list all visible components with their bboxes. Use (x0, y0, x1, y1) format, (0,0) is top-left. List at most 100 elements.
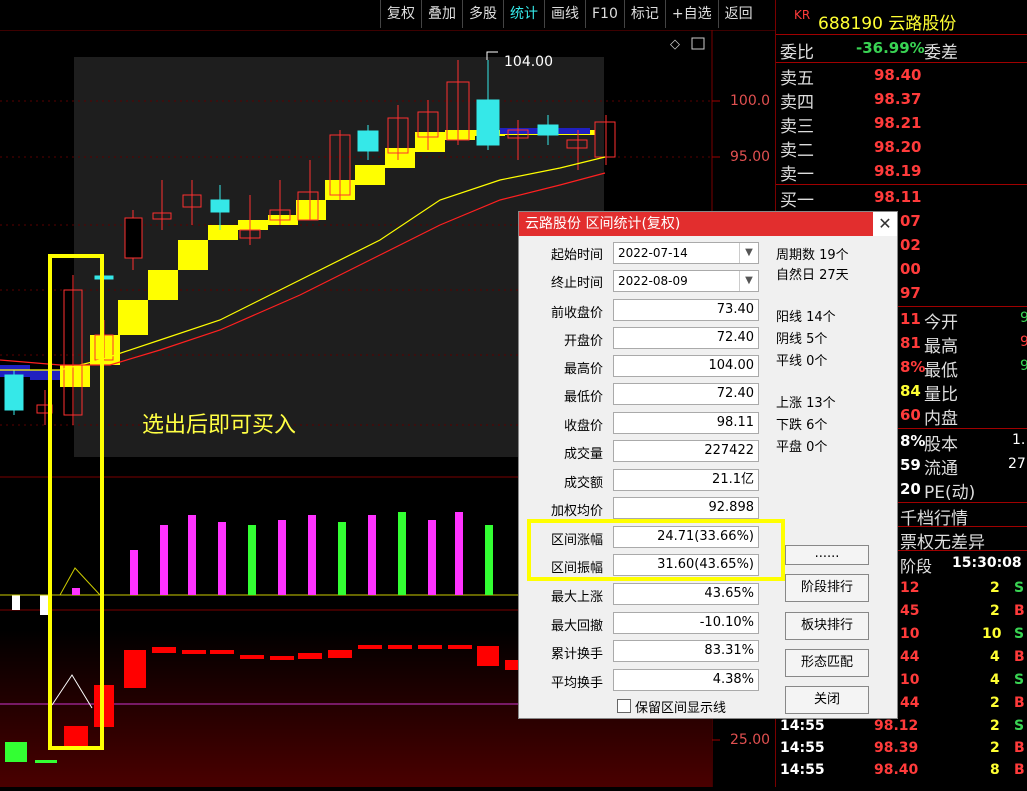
dialog-title: 云路股份 区间统计(复权) (525, 216, 681, 232)
period-label[interactable]: 阶段 (900, 557, 932, 576)
stat-value: 1. (1012, 432, 1026, 448)
bid-price-partial: 00 (900, 260, 921, 278)
stat-label: 最低 (924, 361, 958, 381)
ask-level-label: 卖五 (780, 69, 814, 89)
start-time-label: 起始时间 (550, 248, 603, 263)
price-axis-label: 100.0 (730, 93, 771, 109)
tick-price: 10 (900, 672, 920, 688)
ask-level-label: 卖二 (780, 141, 814, 161)
stat-value: 72.40 (613, 383, 759, 405)
wei-bi-label: 委比 (780, 43, 814, 63)
tick-price: 98.40 (874, 762, 919, 778)
tick-side: S (1014, 580, 1025, 596)
stat-label: 收盘价 (563, 419, 603, 434)
stat-value: 9 (1020, 310, 1027, 326)
natural-days: 自然日 27天 (776, 268, 849, 283)
tick-price: 98.39 (874, 740, 919, 756)
toolbar-f10-button[interactable]: F10 (585, 0, 624, 28)
stock-code-prefix: KR (794, 8, 811, 22)
ask-price: 98.20 (874, 138, 922, 156)
high-price-marker: 104.00 (504, 54, 553, 70)
toolbar-multi-stock-button[interactable]: 多股 (462, 0, 503, 28)
stat-label: 今开 (924, 313, 958, 333)
stage-rank-button[interactable]: 阶段排行 (785, 574, 869, 602)
tick-side: B (1014, 740, 1025, 756)
interval-stats-dialog: 云路股份 区间统计(复权) ✕ 起始时间 2022-07-14 ▼ 终止时间 2… (518, 211, 898, 719)
start-date-select[interactable]: 2022-07-14 ▼ (613, 242, 759, 264)
stock-name: 云路股份 (888, 14, 957, 34)
chevron-down-icon[interactable]: ▼ (739, 271, 758, 291)
tick-volume: 8 (990, 762, 1000, 778)
chevron-down-icon[interactable]: ▼ (739, 243, 758, 263)
stat-partial-value: 20 (900, 480, 921, 498)
toolbar-mark-button[interactable]: 标记 (623, 0, 665, 28)
window-toggle-icon[interactable] (690, 36, 706, 50)
stat-label: 流通 (924, 459, 958, 479)
stat-partial-value: 81 (900, 334, 921, 352)
chart-toolbar: 复权 叠加 多股 统计 画线 F10 标记 +自选 返回 (380, 0, 759, 30)
toolbar-draw-line-button[interactable]: 画线 (544, 0, 585, 28)
stat-label: 开盘价 (563, 334, 603, 349)
toolbar-fuquan-button[interactable]: 复权 (380, 0, 421, 28)
diamond-icon[interactable] (668, 34, 682, 48)
stat-value: 98.11 (613, 412, 759, 434)
period-count: 周期数 19个 (776, 248, 849, 263)
toolbar-add-favorite-button[interactable]: +自选 (664, 0, 718, 28)
stat-value: 9 (1020, 334, 1027, 350)
ask-price: 98.21 (874, 114, 922, 132)
tick-side: B (1014, 603, 1025, 619)
stat-label: PE(动) (924, 483, 976, 503)
stat-label: 最高价 (563, 362, 603, 377)
flat-count: 平盘 0个 (776, 440, 828, 455)
ask-level-label: 卖四 (780, 93, 814, 113)
stat-partial-value: 59 (900, 456, 921, 474)
dialog-titlebar[interactable]: 云路股份 区间统计(复权) ✕ (519, 212, 897, 236)
stat-label: 累计换手 (550, 647, 603, 662)
stat-value: 27 (1008, 456, 1026, 472)
stat-value: -10.10% (613, 612, 759, 634)
tick-side: B (1014, 695, 1025, 711)
stat-label: 内盘 (924, 409, 958, 429)
tick-volume: 2 (990, 603, 1000, 619)
bid-price-partial: 07 (900, 212, 921, 230)
pattern-match-button[interactable]: 形态匹配 (785, 649, 869, 677)
range-highlight-box (527, 519, 785, 581)
dialog-close-button[interactable]: 关闭 (785, 686, 869, 714)
stat-label: 前收盘价 (550, 306, 603, 321)
more-button[interactable]: ...... (785, 545, 869, 565)
down-count: 下跌 6个 (776, 418, 828, 433)
tick-time: 14:55 (780, 762, 825, 778)
yin-count: 阴线 5个 (776, 332, 828, 347)
toolbar-overlay-button[interactable]: 叠加 (421, 0, 462, 28)
bid-level-label: 买一 (780, 191, 814, 211)
stat-value: 21.1亿 (613, 469, 759, 491)
tick-side: S (1014, 672, 1025, 688)
toolbar-statistics-button[interactable]: 统计 (503, 0, 544, 28)
ask-price: 98.40 (874, 66, 922, 84)
stat-value: 9 (1020, 358, 1027, 374)
stat-label: 股本 (924, 435, 958, 455)
keep-interval-checkbox[interactable] (617, 699, 631, 713)
end-time-label: 终止时间 (550, 276, 603, 291)
sector-rank-button[interactable]: 板块排行 (785, 612, 869, 640)
stat-partial-value: 8% (900, 432, 926, 450)
price-axis-label: 95.00 (730, 149, 771, 165)
stat-value: 73.40 (613, 299, 759, 321)
stat-label: 平均换手 (550, 676, 603, 691)
up-count: 上涨 13个 (776, 396, 836, 411)
toolbar-back-button[interactable]: 返回 (717, 0, 759, 28)
stat-partial-value: 84 (900, 382, 921, 400)
tick-time: 14:55 (780, 718, 825, 734)
keep-interval-label: 保留区间显示线 (635, 701, 727, 716)
bid-price-partial: 97 (900, 284, 921, 302)
stat-label: 加权均价 (550, 504, 603, 519)
tick-volume: 2 (990, 580, 1000, 596)
close-icon[interactable]: ✕ (873, 212, 897, 236)
tick-volume: 4 (990, 649, 1000, 665)
bid-price: 98.11 (874, 188, 922, 206)
stat-label: 最大回撤 (550, 619, 603, 634)
tick-price: 98.12 (874, 718, 919, 734)
end-date-select[interactable]: 2022-08-09 ▼ (613, 270, 759, 292)
stat-label: 最高 (924, 337, 958, 357)
stat-label: 成交量 (563, 447, 603, 462)
